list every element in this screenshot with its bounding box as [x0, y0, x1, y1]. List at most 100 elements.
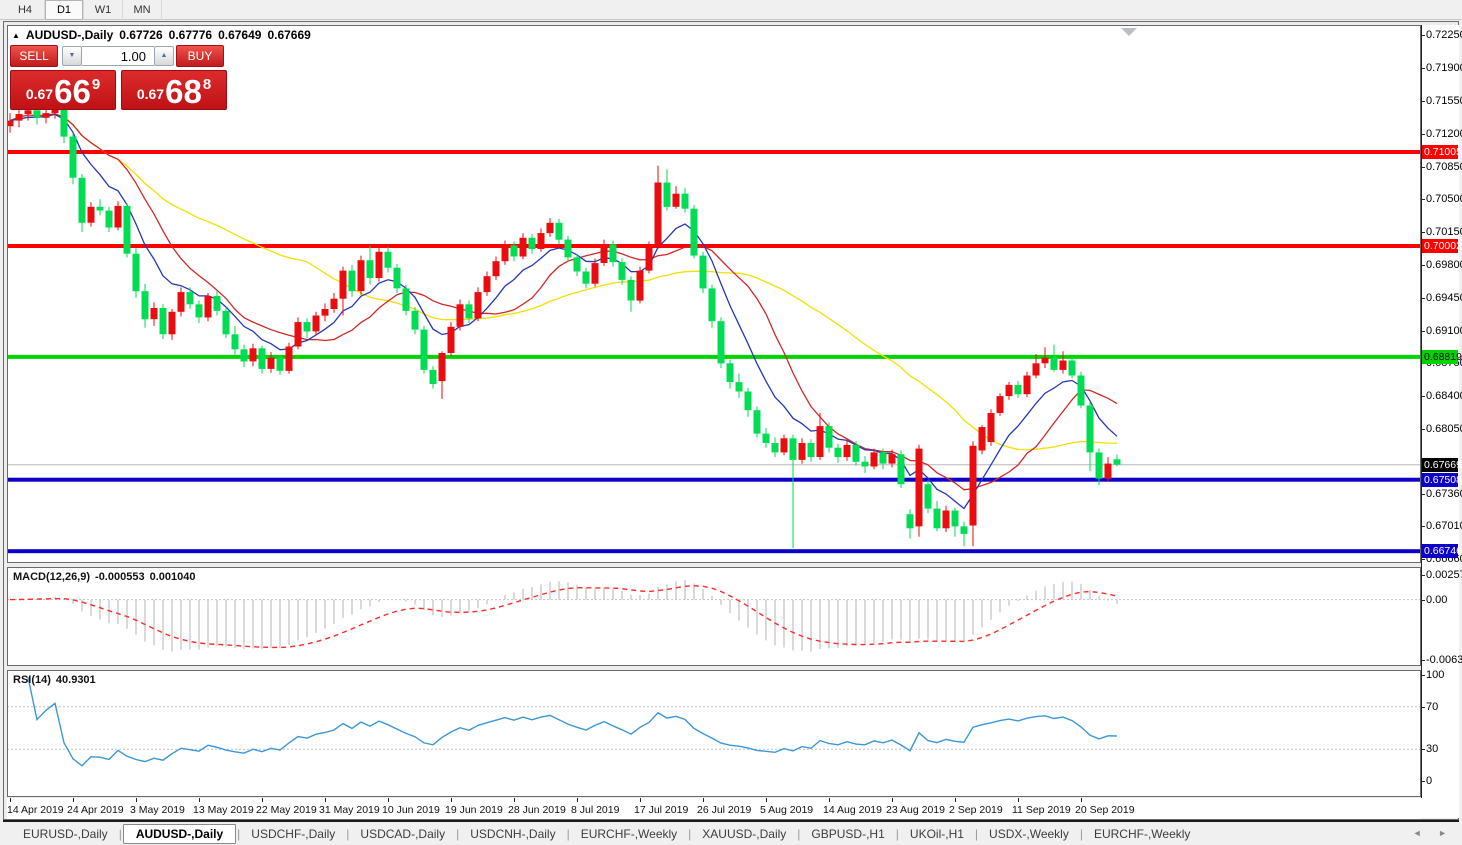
chart-tab-usdchf-daily[interactable]: USDCHF-,Daily — [241, 825, 345, 843]
chart-tab-usdcnh-daily[interactable]: USDCNH-,Daily — [460, 825, 565, 843]
mt4-window: H4 D1 W1 MN MACD(12,26,9) -0.000553 0.001040 … — [0, 0, 1462, 845]
chart-tab-usdx-weekly[interactable]: USDX-,Weekly — [979, 825, 1079, 843]
rsi-pane[interactable] — [7, 670, 1421, 797]
buy-price-big: 68 — [165, 73, 202, 110]
date-tick — [136, 798, 137, 802]
timeframe-toolbar: H4 D1 W1 MN — [0, 0, 1462, 20]
rsi-chart-canvas[interactable] — [7, 670, 1421, 797]
date-tick — [955, 798, 956, 802]
macd-main-value: -0.000553 — [95, 571, 145, 583]
sell-price-pip: 9 — [91, 76, 101, 93]
price-axis-tick: 0.69100 — [1421, 325, 1462, 337]
date-tick — [640, 798, 641, 802]
tab-separator: | — [237, 826, 241, 841]
rsi-axis-tick: 30 — [1420, 743, 1439, 756]
level-price-badge: 0.66746 — [1422, 544, 1462, 559]
chart-tab-audusd-daily[interactable]: AUDUSD-,Daily — [122, 823, 237, 844]
ohlc-low: 0.67649 — [218, 28, 262, 42]
timeframe-button-h4[interactable]: H4 — [6, 0, 45, 20]
date-tick — [10, 798, 11, 802]
macd-chart-canvas[interactable] — [7, 567, 1421, 666]
date-label: 24 Apr 2019 — [67, 804, 124, 816]
level-price-badge: 0.68819 — [1422, 349, 1462, 364]
buy-price-pip: 8 — [202, 76, 212, 93]
sell-price-prefix: 0.67 — [25, 86, 54, 102]
price-axis-tick: 0.71550 — [1421, 95, 1462, 107]
price-axis-tick: 0.67010 — [1421, 520, 1462, 532]
date-tick — [829, 798, 830, 802]
level-price-badge: 0.70002 — [1422, 239, 1462, 253]
lot-decrease-button[interactable]: ▼ — [62, 46, 82, 66]
tab-scroll-right-icon[interactable]: ► — [1438, 828, 1447, 838]
sell-price-big: 66 — [54, 73, 91, 110]
date-tick — [703, 798, 704, 802]
scroll-to-end-icon — [1121, 28, 1137, 36]
tab-separator: | — [346, 826, 350, 841]
sell-button[interactable]: SELL — [10, 45, 58, 67]
ohlc-high: 0.67776 — [168, 28, 213, 42]
date-tick — [262, 798, 263, 802]
chart-tab-ukoil-h1[interactable]: UKOil-,H1 — [900, 825, 974, 843]
date-tick — [577, 798, 578, 802]
sell-price-button[interactable]: 0.67 66 9 — [10, 70, 116, 110]
macd-axis-tick: -0.006326 — [1421, 654, 1462, 666]
date-label: 28 Jun 2019 — [508, 804, 566, 816]
chart-tab-eurchf-weekly[interactable]: EURCHF-,Weekly — [571, 825, 687, 843]
price-axis-tick: 0.67360 — [1421, 488, 1462, 500]
price-axis-tick: 0.70150 — [1421, 226, 1462, 238]
price-axis-tick: 0.70500 — [1421, 193, 1462, 205]
timeframe-button-mn[interactable]: MN — [123, 0, 162, 20]
chart-tab-usdcad-daily[interactable]: USDCAD-,Daily — [350, 825, 455, 843]
date-label: 2 Sep 2019 — [949, 804, 1003, 816]
date-label: 14 Aug 2019 — [823, 804, 882, 816]
tab-separator: | — [895, 826, 899, 841]
macd-label: MACD(12,26,9) -0.000553 0.001040 — [13, 571, 200, 583]
date-tick — [892, 798, 893, 802]
date-tick — [325, 798, 326, 802]
date-label: 5 Aug 2019 — [760, 804, 814, 816]
price-axis-tick: 0.68400 — [1421, 390, 1462, 402]
chart-tab-xauusd-daily[interactable]: XAUUSD-,Daily — [692, 825, 796, 843]
level-price-badge: 0.67508 — [1422, 472, 1462, 487]
date-label: 26 Jul 2019 — [697, 804, 752, 816]
date-tick — [388, 798, 389, 802]
date-label: 8 Jul 2019 — [571, 804, 620, 816]
tab-separator: | — [688, 826, 692, 841]
lot-increase-button[interactable]: ▲ — [154, 46, 174, 66]
chart-tabbar: EURUSD-,Daily | AUDUSD-,Daily | USDCHF-,Dail… — [3, 820, 1459, 845]
date-tick — [1018, 798, 1019, 802]
date-label: 17 Jul 2019 — [634, 804, 689, 816]
timeframe-button-d1[interactable]: D1 — [45, 0, 84, 20]
tab-separator: | — [1079, 826, 1083, 841]
date-tick — [73, 798, 74, 802]
price-axis-tick: 0.69450 — [1421, 292, 1462, 304]
tab-scroll-left-icon[interactable]: ◄ — [1413, 828, 1422, 838]
one-click-collapse-icon[interactable]: ▲ — [12, 31, 20, 40]
price-axis: 0.72250 0.71900 0.71550 0.71200 0.70850 0.705… — [1420, 25, 1462, 818]
buy-button[interactable]: BUY — [176, 45, 224, 67]
date-label: 20 Sep 2019 — [1075, 804, 1135, 816]
macd-axis-tick: 0.002574 — [1421, 569, 1462, 581]
chart-tab-eurusd-daily[interactable]: EURUSD-,Daily — [13, 825, 118, 843]
timeframe-button-w1[interactable]: W1 — [84, 0, 123, 20]
date-label: 31 May 2019 — [319, 804, 380, 816]
date-label: 14 Apr 2019 — [7, 804, 64, 816]
buy-price-button[interactable]: 0.67 68 8 — [121, 70, 227, 110]
axis-border-line — [1421, 25, 1422, 798]
date-label: 19 Jun 2019 — [445, 804, 503, 816]
price-axis-tick: 0.69800 — [1421, 259, 1462, 271]
rsi-axis-tick: 100 — [1420, 669, 1445, 681]
date-tick — [766, 798, 767, 802]
macd-axis-tick: 0.00 — [1420, 593, 1448, 606]
date-tick — [199, 798, 200, 802]
chart-tab-gbpusd-h1[interactable]: GBPUSD-,H1 — [801, 825, 894, 843]
macd-pane[interactable] — [7, 567, 1421, 666]
tab-scroll-buttons: ◄ ► — [1399, 828, 1447, 838]
lot-size-input[interactable] — [82, 46, 154, 66]
chart-title: ▲ AUDUSD-,Daily 0.67726 0.67776 0.67649 0.676… — [12, 28, 311, 42]
date-axis: 14 Apr 2019 24 Apr 2019 3 May 2019 13 May 2… — [7, 798, 1421, 819]
chart-tab-eurchf-weekly[interactable]: EURCHF-,Weekly — [1084, 825, 1200, 843]
rsi-value: 40.9301 — [55, 674, 96, 686]
ohlc-close: 0.67669 — [267, 28, 311, 42]
spinner-down-icon: ▼ — [68, 52, 76, 59]
